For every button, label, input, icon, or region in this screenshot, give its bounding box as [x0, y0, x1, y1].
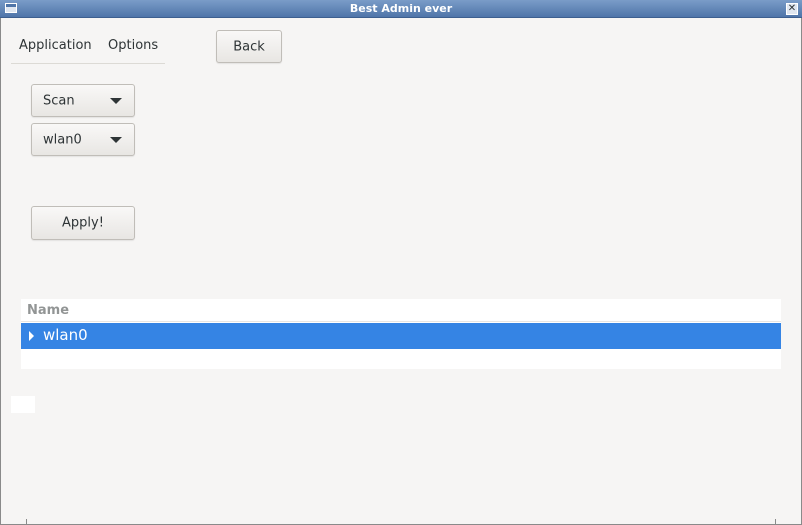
tree-column-header-name[interactable]: Name [21, 299, 781, 322]
resize-grip[interactable] [26, 519, 27, 525]
expander-right-icon[interactable] [29, 331, 34, 341]
mode-combo[interactable]: Scan [31, 84, 135, 117]
close-icon[interactable]: ✕ [786, 3, 798, 15]
resize-grip[interactable] [775, 519, 776, 525]
interface-tree[interactable]: Name wlan0 [21, 299, 781, 369]
tree-row-label: wlan0 [43, 326, 88, 344]
menubar: Application Options [11, 30, 165, 64]
small-text-entry[interactable] [11, 396, 35, 413]
window-titlebar: Best Admin ever ✕ [0, 0, 802, 18]
window-title: Best Admin ever [349, 2, 453, 15]
back-button-label: Back [233, 39, 265, 54]
apply-button-label: Apply! [62, 215, 104, 231]
chevron-down-icon [110, 98, 122, 104]
interface-combo[interactable]: wlan0 [31, 123, 135, 156]
menu-options[interactable]: Options [108, 38, 158, 53]
interface-combo-value: wlan0 [43, 132, 82, 147]
tree-column-header-label: Name [27, 303, 70, 318]
back-button[interactable]: Back [216, 30, 282, 63]
mode-combo-value: Scan [43, 93, 75, 108]
tree-row[interactable]: wlan0 [21, 323, 781, 349]
menu-application[interactable]: Application [19, 38, 92, 53]
chevron-down-icon [110, 137, 122, 143]
apply-button[interactable]: Apply! [31, 206, 135, 240]
